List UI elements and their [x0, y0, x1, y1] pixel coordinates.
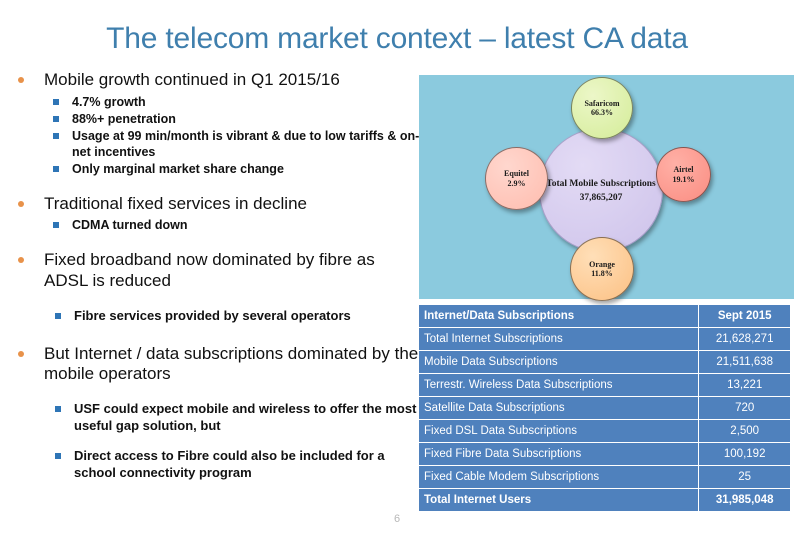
bullet-level2-text: Only marginal market share change [72, 161, 284, 176]
table-cell-value: 2,500 [699, 420, 790, 442]
bullet-level2-text: Fibre services provided by several opera… [74, 307, 351, 323]
bubble-total-label: Total Mobile Subscriptions [546, 179, 656, 190]
bullet-dot-icon [18, 257, 24, 264]
table-row: Terrestr. Wireless Data Subscriptions 13… [419, 374, 790, 396]
table-cell-value: 21,511,638 [699, 351, 790, 373]
table-header-value: Sept 2015 [699, 305, 790, 327]
bullet-level1-text: But Internet / data subscriptions domina… [44, 343, 419, 384]
bullet-square-icon [55, 453, 61, 460]
sub-bullet-list: 4.7% growth 88%+ penetration Usage at 99… [12, 94, 422, 177]
bullet-square-icon [53, 115, 59, 122]
bubble-safaricom: Safaricom 66.3% [571, 77, 633, 139]
page-number: 6 [393, 513, 401, 525]
table-total-row: Total Internet Users 31,985,048 [419, 489, 790, 511]
table-row: Satellite Data Subscriptions 720 [419, 397, 790, 419]
bubble-total-value: 37,865,207 [579, 193, 623, 203]
bullet-level1: Traditional fixed services in decline [12, 194, 422, 215]
table-cell-label: Mobile Data Subscriptions [419, 351, 698, 373]
mobile-market-share-bubble-chart: Total Mobile Subscriptions 37,865,207 Sa… [419, 75, 794, 301]
bullet-level2: 88%+ penetration [12, 111, 422, 127]
table-row: Total Internet Subscriptions 21,628,271 [419, 328, 790, 350]
bullet-level2-text: 4.7% growth [72, 94, 146, 109]
table-cell-value: 13,221 [699, 374, 790, 396]
sub-bullet-list: Fibre services provided by several opera… [12, 295, 422, 325]
bullet-level1: But Internet / data subscriptions domina… [12, 344, 422, 385]
bubble-orange-value: 11.8% [591, 269, 613, 278]
internet-data-subscriptions-table: Internet/Data Subscriptions Sept 2015 To… [419, 304, 790, 512]
bullet-dot-icon [18, 77, 24, 83]
bullet-square-icon [53, 132, 59, 139]
bullet-level2: USF could expect mobile and wireless to … [12, 401, 422, 434]
table-row: Fixed DSL Data Subscriptions 2,500 [419, 420, 790, 442]
table-row: Fixed Fibre Data Subscriptions 100,192 [419, 443, 790, 465]
bullet-square-icon [53, 165, 59, 172]
bullet-level1-text: Fixed broadband now dominated by fibre a… [44, 250, 375, 291]
table-cell-value: 720 [699, 397, 790, 419]
bullet-level2: Fibre services provided by several opera… [12, 308, 422, 325]
table-total-label: Total Internet Users [419, 489, 698, 511]
bubble-safaricom-label: Safaricom [584, 98, 620, 108]
bullet-content: Mobile growth continued in Q1 2015/16 4.… [12, 70, 422, 515]
table-header-row: Internet/Data Subscriptions Sept 2015 [419, 305, 790, 327]
bubble-equitel-value: 2.9% [507, 178, 526, 188]
bullet-square-icon [53, 222, 59, 229]
table-cell-label: Terrestr. Wireless Data Subscriptions [419, 374, 698, 396]
bullet-level2-text: 88%+ penetration [72, 111, 176, 126]
bullet-dot-icon [18, 350, 24, 357]
bubble-airtel: Airtel 19.1% [656, 147, 711, 202]
table-cell-value: 100,192 [699, 443, 790, 465]
sub-bullet-list: USF could expect mobile and wireless to … [12, 388, 422, 482]
bullet-level2-text: CDMA turned down [72, 218, 188, 233]
sub-bullet-list: CDMA turned down [12, 217, 422, 233]
table-cell-label: Total Internet Subscriptions [419, 328, 698, 350]
bullet-level1-text: Traditional fixed services in decline [44, 193, 307, 213]
table-cell-value: 25 [699, 466, 790, 488]
bullet-dot-icon [18, 200, 24, 207]
bullet-level1: Mobile growth continued in Q1 2015/16 [12, 70, 422, 91]
bubble-safaricom-value: 66.3% [591, 108, 613, 117]
bullet-level2: Only marginal market share change [12, 161, 422, 177]
bullet-level2-text: USF could expect mobile and wireless to … [74, 401, 417, 433]
bullet-level2: 4.7% growth [12, 94, 422, 110]
table-total-value: 31,985,048 [699, 489, 790, 511]
bubble-orange-label: Orange [589, 259, 615, 269]
bullet-level2-text: Usage at 99 min/month is vibrant & due t… [72, 128, 420, 159]
table-row: Fixed Cable Modem Subscriptions 25 [419, 466, 790, 488]
table-cell-label: Fixed Fibre Data Subscriptions [419, 443, 698, 465]
table-cell-label: Fixed DSL Data Subscriptions [419, 420, 698, 442]
bullet-level2: Usage at 99 min/month is vibrant & due t… [12, 128, 422, 160]
bubble-total-mobile-subscriptions: Total Mobile Subscriptions 37,865,207 [539, 128, 663, 252]
table-cell-value: 21,628,271 [699, 328, 790, 350]
table-row: Mobile Data Subscriptions 21,511,638 [419, 351, 790, 373]
bullet-square-icon [55, 406, 61, 413]
bubble-equitel-label: Equitel [504, 169, 529, 179]
bullet-level1: Fixed broadband now dominated by fibre a… [12, 250, 422, 291]
bullet-square-icon [55, 312, 61, 319]
bullet-level1-text: Mobile growth continued in Q1 2015/16 [44, 70, 340, 89]
bubble-equitel: Equitel 2.9% [485, 147, 548, 210]
bubble-airtel-value: 19.1% [672, 174, 695, 184]
page-title: The telecom market context – latest CA d… [106, 22, 688, 55]
table-cell-label: Satellite Data Subscriptions [419, 397, 698, 419]
table-header-label: Internet/Data Subscriptions [419, 305, 698, 327]
bullet-square-icon [53, 98, 59, 105]
bullet-level2-text: Direct access to Fibre could also be inc… [74, 448, 385, 480]
table-cell-label: Fixed Cable Modem Subscriptions [419, 466, 698, 488]
bullet-level2: Direct access to Fibre could also be inc… [12, 448, 422, 481]
bubble-orange: Orange 11.8% [570, 237, 634, 301]
bubble-airtel-label: Airtel [673, 165, 694, 175]
bullet-level2: CDMA turned down [12, 217, 422, 233]
